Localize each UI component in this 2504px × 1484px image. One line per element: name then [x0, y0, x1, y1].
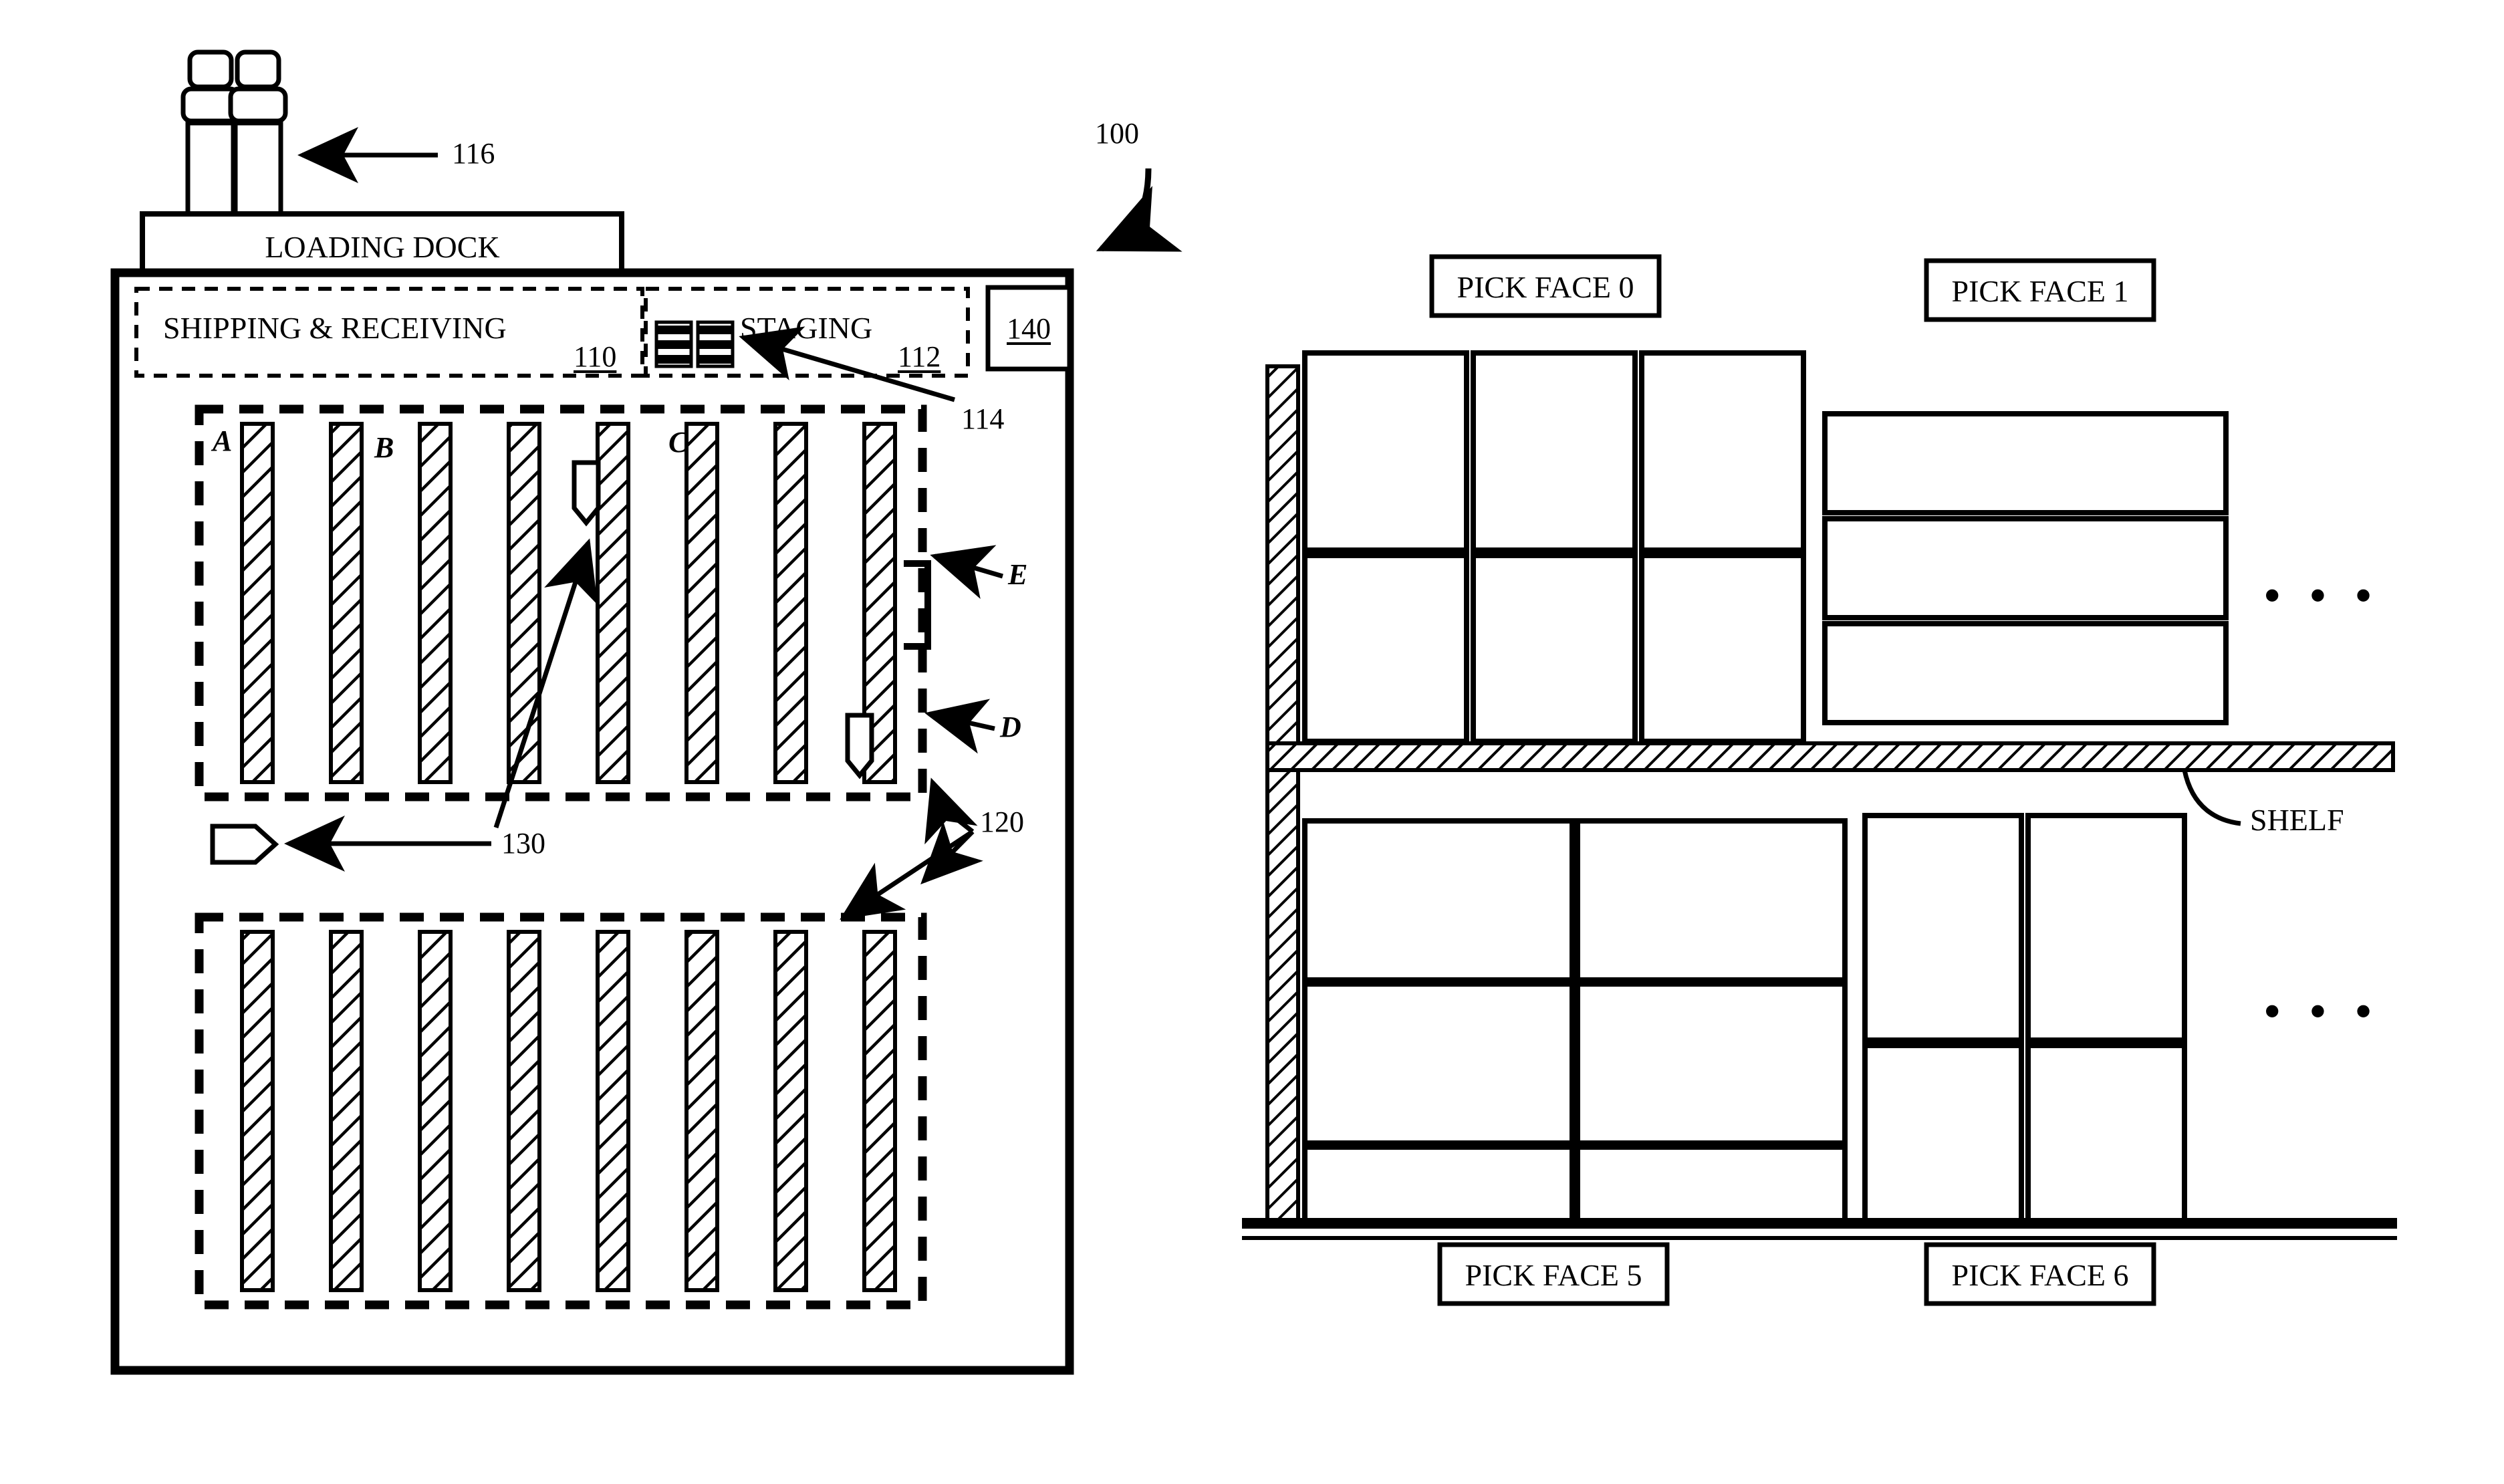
- leader-shelf: [2182, 769, 2241, 826]
- pick-face-5-label: PICK FACE 5: [1465, 1258, 1642, 1292]
- floor-line: [1242, 1218, 2397, 1229]
- truck-group: [180, 49, 288, 238]
- figure-reference-100: 100: [1095, 117, 1139, 150]
- aisle-label-e: E: [1008, 558, 1028, 591]
- pick-face-0-label: PICK FACE 0: [1457, 270, 1634, 304]
- figure-root: 100 116 LOADING DOCK SHIPPING & RECEIVIN…: [0, 0, 2504, 1484]
- ellipsis-upper: • • •: [2265, 571, 2380, 619]
- shipping-receiving-label: SHIPPING & RECEIVING: [163, 311, 507, 345]
- vehicle-reference-130: 130: [501, 827, 545, 860]
- trucks-reference-116: 116: [452, 137, 495, 170]
- aisle-label-d: D: [1000, 711, 1021, 743]
- ellipsis-lower: • • •: [2265, 987, 2380, 1035]
- aisle-label-a: A: [213, 424, 233, 457]
- pick-face-5-items: [1302, 818, 1848, 1225]
- vehicle-marker-lower-right: [845, 713, 874, 779]
- leader-100: [1096, 168, 1182, 252]
- rack-upright-post: [1265, 364, 1300, 1224]
- pick-face-0-items: [1302, 350, 1806, 744]
- pick-face-6-label: PICK FACE 6: [1951, 1258, 2129, 1292]
- storage-zone-reference-120: 120: [980, 806, 1024, 838]
- aisle-label-b: B: [374, 431, 394, 464]
- pick-face-1-items: [1822, 411, 2229, 725]
- shipping-receiving-reference-110: 110: [574, 340, 617, 373]
- staging-label: STAGING: [740, 311, 873, 345]
- vehicle-marker-top: [572, 460, 601, 527]
- staging-reference-112: 112: [898, 340, 941, 373]
- pick-face-6-items: [1862, 813, 2187, 1225]
- staging-pallets-reference-114: 114: [961, 402, 1005, 435]
- pick-face-1-label: PICK FACE 1: [1951, 274, 2129, 308]
- shelf-bar: [1265, 741, 2395, 772]
- aisle-label-c: C: [668, 426, 688, 459]
- loading-dock-label: LOADING DOCK: [265, 230, 500, 264]
- shelf-label: SHELF: [2250, 803, 2344, 837]
- control-box-reference-140: 140: [1007, 312, 1051, 345]
